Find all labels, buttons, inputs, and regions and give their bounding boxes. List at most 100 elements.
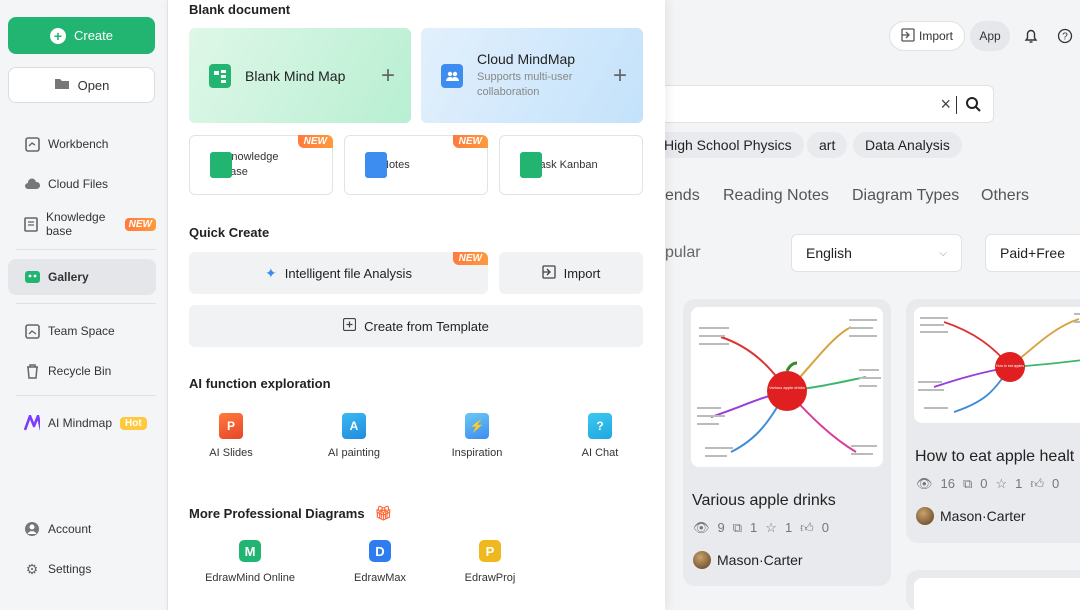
sort-label[interactable]: pular: [665, 244, 701, 262]
divider: [16, 395, 156, 396]
new-badge: NEW: [452, 135, 488, 148]
knowledge-base-icon: [210, 152, 232, 178]
import-label: Import: [563, 265, 601, 281]
edrawmax-item[interactable]: D EdrawMax: [325, 540, 435, 584]
quick-import-button[interactable]: Import: [499, 252, 643, 294]
ai-chat-label: AI Chat: [581, 447, 619, 459]
edrawmax-icon: D: [369, 540, 391, 562]
intelligent-label: Intelligent file Analysis: [284, 265, 412, 281]
chip-high-school-physics[interactable]: High School Physics: [652, 132, 804, 158]
sidebar-item-label: AI Mindmap: [48, 416, 113, 430]
language-value: English: [806, 245, 852, 261]
card-author[interactable]: Mason·Carter: [916, 507, 1026, 525]
section-title-quick: Quick Create: [189, 225, 270, 240]
card-author[interactable]: Mason·Carter: [693, 551, 803, 569]
cloud-mindmap-label: Cloud MindMap: [477, 51, 576, 68]
template-label: Create from Template: [364, 318, 489, 334]
plus-icon: +: [612, 62, 627, 89]
knowledge-base-card[interactable]: Knowledge base NEW: [189, 135, 333, 195]
chip-art[interactable]: art: [807, 132, 848, 158]
language-select[interactable]: English ⌵: [791, 234, 962, 272]
sidebar-item-settings[interactable]: ⚙ Settings: [8, 552, 156, 586]
card-title: Various apple drinks: [692, 492, 836, 509]
open-label: Open: [77, 77, 110, 93]
tab-diagram-types[interactable]: Diagram Types: [852, 187, 959, 205]
gift-icon: 🎁︎: [374, 505, 392, 521]
sidebar: + Create Open Workbench Cloud Files Know…: [0, 0, 168, 610]
like-icon: 👍︎: [1030, 476, 1044, 491]
views-count: 16: [940, 476, 955, 491]
copy-icon: ⧉: [962, 476, 973, 491]
mindmap-thumbnail: How to eat apples: [914, 307, 1080, 423]
search-icon[interactable]: [965, 96, 981, 117]
help-icon[interactable]: ?: [1050, 21, 1080, 51]
copies-count: 1: [750, 520, 758, 535]
ai-slides-label: AI Slides: [209, 447, 253, 459]
copies-count: 0: [980, 476, 988, 491]
edrawmind-online-item[interactable]: M EdrawMind Online: [195, 540, 305, 584]
open-button[interactable]: Open: [8, 67, 155, 103]
app-button[interactable]: App: [970, 21, 1010, 51]
tab-trends[interactable]: ends: [665, 187, 700, 205]
cloud-mindmap-subtitle: Supports multi-user collaboration: [477, 71, 573, 98]
avatar: [693, 551, 711, 569]
cloud-icon: [24, 176, 40, 192]
sidebar-item-team-space[interactable]: Team Space: [8, 314, 156, 348]
sidebar-item-ai-mindmap[interactable]: AI Mindmap Hot: [8, 406, 156, 440]
notes-card[interactable]: Notes NEW: [344, 135, 488, 195]
sidebar-item-recycle-bin[interactable]: Recycle Bin: [8, 354, 156, 388]
price-select[interactable]: Paid+Free: [985, 234, 1080, 272]
template-card[interactable]: How to eat apples How to eat apple healt…: [906, 299, 1080, 543]
ai-painting-label: AI painting: [328, 447, 380, 459]
notes-icon: [365, 152, 387, 178]
sidebar-item-cloud-files[interactable]: Cloud Files: [8, 167, 156, 201]
blank-mind-map-card[interactable]: Blank Mind Map +: [189, 28, 411, 123]
trash-icon: [24, 363, 40, 379]
tab-others[interactable]: Others: [981, 187, 1029, 205]
card-title: How to eat apple healt: [915, 448, 1075, 465]
section-title-blank: Blank document: [189, 2, 291, 17]
task-kanban-card[interactable]: Task Kanban: [499, 135, 643, 195]
tab-reading-notes[interactable]: Reading Notes: [723, 187, 829, 205]
sidebar-item-gallery[interactable]: Gallery: [8, 259, 156, 295]
sidebar-item-workbench[interactable]: Workbench: [8, 127, 156, 161]
author-name: Mason·Carter: [940, 508, 1026, 524]
ai-painting-item[interactable]: A AI painting: [309, 413, 399, 459]
import-icon: [901, 27, 915, 45]
divider: [16, 249, 156, 250]
ai-chat-item[interactable]: ? AI Chat: [555, 413, 645, 459]
template-card[interactable]: Various apple drinks Various apple drink…: [683, 299, 891, 586]
sidebar-item-label: Cloud Files: [48, 177, 109, 191]
app-label: App: [979, 29, 1001, 43]
ai-slides-item[interactable]: P AI Slides: [186, 413, 276, 459]
text-cursor: [956, 96, 957, 114]
inspiration-label: Inspiration: [451, 447, 503, 459]
import-button[interactable]: Import: [889, 21, 965, 51]
knowledge-base-label: Knowledge base: [224, 151, 279, 178]
lightning-icon: ⚡: [465, 413, 489, 439]
sidebar-item-label: Workbench: [48, 137, 109, 151]
edrawproj-item[interactable]: P EdrawProj: [435, 540, 545, 584]
create-from-template-button[interactable]: Create from Template: [189, 305, 643, 347]
template-card[interactable]: [906, 570, 1080, 610]
sidebar-item-knowledge-base[interactable]: Knowledge base NEW: [8, 207, 156, 241]
star-icon: ☆: [995, 476, 1008, 491]
mind-map-icon: [209, 63, 231, 88]
star-icon: ☆: [765, 520, 777, 535]
sidebar-item-account[interactable]: Account: [8, 512, 156, 546]
create-button[interactable]: + Create: [8, 17, 155, 54]
bell-icon[interactable]: [1018, 21, 1044, 51]
pro-title-text: More Professional Diagrams: [189, 506, 365, 521]
chip-data-analysis[interactable]: Data Analysis: [853, 132, 962, 158]
cloud-mindmap-card[interactable]: Cloud MindMap Supports multi-user collab…: [421, 28, 643, 123]
chip-label: art: [819, 137, 836, 153]
card-stats: 👁︎ 9 ⧉ 1 ☆ 1 👍︎ 0: [693, 520, 829, 536]
copy-icon: ⧉: [732, 520, 743, 535]
clear-icon[interactable]: ×: [940, 94, 951, 115]
chip-label: High School Physics: [664, 137, 792, 153]
intelligent-file-analysis-button[interactable]: ✦ Intelligent file Analysis NEW: [189, 252, 488, 294]
divider: [16, 303, 156, 304]
search-input[interactable]: ×: [658, 85, 994, 123]
views-count: 9: [717, 520, 725, 535]
inspiration-item[interactable]: ⚡ Inspiration: [432, 413, 522, 459]
